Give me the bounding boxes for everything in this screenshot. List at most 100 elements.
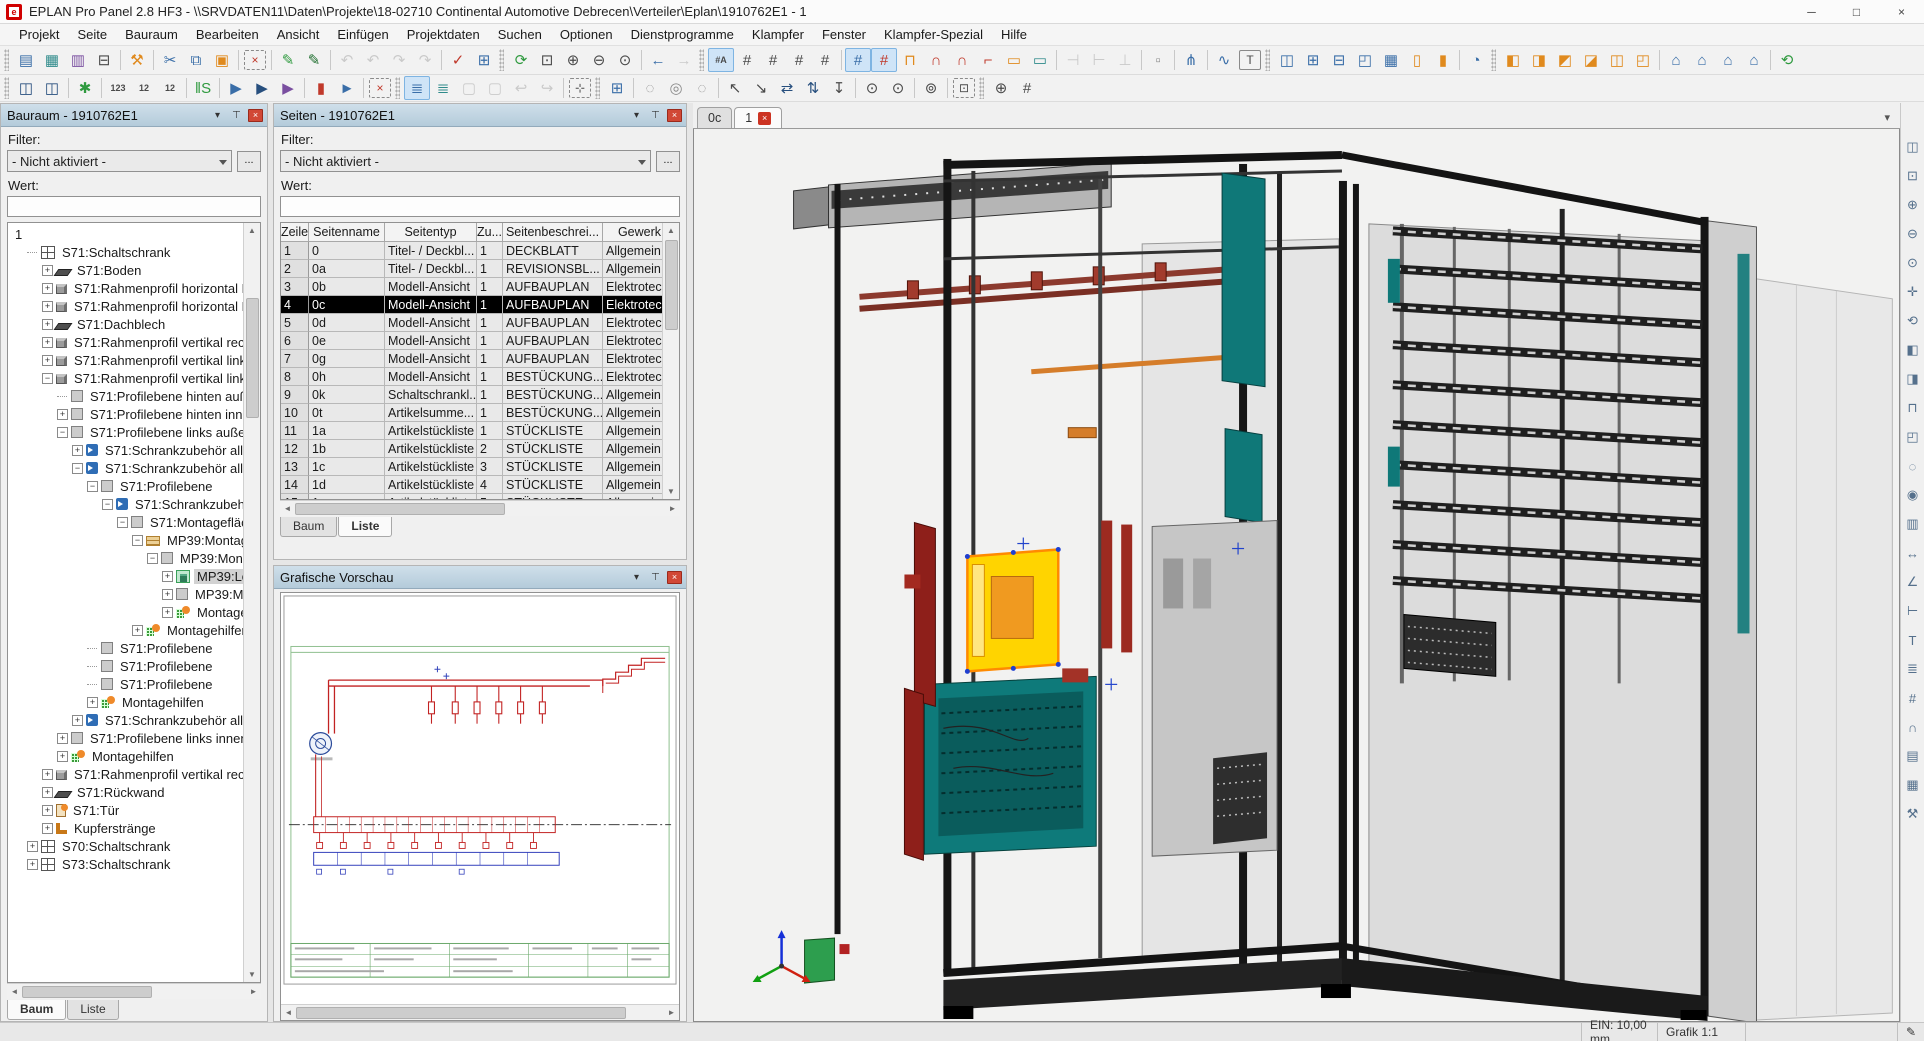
scroll-right-icon[interactable]: ►	[246, 984, 261, 999]
tree-expand-icon[interactable]: +	[27, 859, 38, 870]
seiten-pin-icon[interactable]: ⊤	[648, 108, 663, 122]
vorschau-close-icon[interactable]: ×	[667, 571, 682, 584]
rail-view-icon[interactable]: ▮	[1430, 48, 1456, 72]
vorschau-menu-arrow-icon[interactable]: ▾	[629, 570, 644, 584]
measure-length-icon[interactable]: ↔	[1903, 543, 1923, 563]
toolbar-grip[interactable]	[699, 49, 704, 71]
menu-optionen[interactable]: Optionen	[551, 25, 622, 44]
table-row-page-0t[interactable]: 100tArtikelsumme...1BESTÜCKUNG...Allgeme…	[281, 404, 662, 422]
window-summary-icon[interactable]: ⊞	[604, 76, 630, 100]
scroll-left-icon[interactable]: ◄	[281, 1005, 296, 1020]
tree-item-s71-rahmenprofil-vertikal-rechts-vorne[interactable]: +S71:Rahmenprofil vertikal rechts vorne	[12, 333, 243, 351]
view-front-icon[interactable]: ◧	[1903, 340, 1923, 360]
tree-expand-icon[interactable]: +	[162, 589, 173, 600]
ring-terminal-b-icon[interactable]: ⊙	[885, 76, 911, 100]
delete-placement-icon[interactable]: ×	[369, 78, 391, 98]
tree-item-s71-profilebene[interactable]: S71:Profilebene	[12, 639, 243, 657]
import-assembly-icon[interactable]: ▮	[308, 76, 334, 100]
view-side-icon[interactable]: ◨	[1903, 369, 1923, 389]
menu-seite[interactable]: Seite	[68, 25, 116, 44]
seiten-tab-liste[interactable]: Liste	[338, 517, 392, 537]
grid-view-icon[interactable]: ▦	[1378, 48, 1404, 72]
model-view-icon[interactable]: ◰	[1352, 48, 1378, 72]
tree-expand-icon[interactable]: −	[132, 535, 143, 546]
window-cascade-icon[interactable]: ⊟	[1326, 48, 1352, 72]
move-base-point-icon[interactable]: ↖	[722, 76, 748, 100]
seiten-close-icon[interactable]: ×	[667, 109, 682, 122]
tree-expand-icon[interactable]: +	[87, 697, 98, 708]
toolbar-grip[interactable]	[395, 77, 400, 99]
tree-expand-icon[interactable]: +	[42, 355, 53, 366]
vorschau-content[interactable]: ◄ ►	[280, 592, 680, 1021]
tree-expand-icon[interactable]: −	[87, 481, 98, 492]
magnet-horizontal-icon[interactable]: ∩	[923, 48, 949, 72]
magnet-vertical-icon[interactable]: ∩	[949, 48, 975, 72]
scroll-down-icon[interactable]: ▼	[245, 967, 260, 982]
place-circle-c-icon[interactable]: ◌	[689, 76, 715, 100]
toolbar-grip[interactable]	[1491, 49, 1496, 71]
print-icon[interactable]: ⊟	[91, 48, 117, 72]
statistics-pie-icon[interactable]: ◔	[1463, 48, 1489, 72]
tree-item-s71-r-ckwand[interactable]: +S71:Rückwand	[12, 783, 243, 801]
table-row-page-0a[interactable]: 20aTitel- / Deckbl...1REVISIONSBL...Allg…	[281, 260, 662, 278]
column-header-seitenname[interactable]: Seitenname	[309, 223, 385, 242]
vorschau-hscrollbar[interactable]: ◄ ►	[281, 1004, 679, 1020]
format-brush-icon[interactable]: ✎	[275, 48, 301, 72]
seiten-tab-baum[interactable]: Baum	[280, 517, 337, 537]
insert-table-icon[interactable]: ⊞	[471, 48, 497, 72]
grid-size-e-icon[interactable]: #	[812, 48, 838, 72]
move-item-icon[interactable]: ↘	[748, 76, 774, 100]
scroll-thumb[interactable]	[295, 503, 505, 515]
place-circle-a-icon[interactable]: ◌	[637, 76, 663, 100]
bauraum-close-icon[interactable]: ×	[248, 109, 263, 122]
table-row-page-0c[interactable]: 40cModell-Ansicht1AUFBAUPLANElektrotechn…	[281, 296, 662, 314]
scroll-thumb[interactable]	[296, 1007, 626, 1019]
menu-einf-gen[interactable]: Einfügen	[328, 25, 397, 44]
tree-item-s71-rahmenprofil-vertikal-rechts-hinten[interactable]: +S71:Rahmenprofil vertikal rechts hinten	[12, 765, 243, 783]
tree-item-s71-schrankzubeh-r-allgemein[interactable]: −S71:Schrankzubehör allgemein	[12, 459, 243, 477]
column-header-seitenbeschrei[interactable]: Seitenbeschrei...	[503, 223, 603, 242]
run-export-icon[interactable]: ▶	[275, 76, 301, 100]
hide-element-icon[interactable]: ◌	[1903, 456, 1923, 476]
view-house-nw-icon[interactable]: ⌂	[1741, 48, 1767, 72]
table-row-page-1e[interactable]: 151eArtikelstückliste5STÜCKLISTEAllgemei…	[281, 494, 662, 499]
seiten-table-hscrollbar[interactable]: ◄ ►	[280, 500, 680, 516]
seiten-wert-input[interactable]	[280, 196, 680, 217]
view-cube-iso-icon[interactable]: ◰	[1630, 48, 1656, 72]
view-cube-back-icon[interactable]: ◨	[1526, 48, 1552, 72]
open-page-icon[interactable]: ▦	[39, 48, 65, 72]
previous-view-icon[interactable]: ←	[645, 48, 671, 72]
snap-to-grid-icon[interactable]: #	[845, 48, 871, 72]
document-tab-1[interactable]: 1×	[734, 107, 782, 128]
tree-item-montagehilfe[interactable]: +Montagehilfe...	[12, 603, 243, 621]
tree-item-s71-boden[interactable]: +S71:Boden	[12, 261, 243, 279]
rotate-view-icon[interactable]: ⟲	[1903, 311, 1923, 331]
tree-item-s71-profilebene-links-innen[interactable]: +S71:Profilebene links innen	[12, 729, 243, 747]
paste-icon[interactable]: ▣	[209, 48, 235, 72]
tree-item-s71-rahmenprofil-vertikal-links-vorne[interactable]: +S71:Rahmenprofil vertikal links vorne	[12, 351, 243, 369]
view-cube-left-icon[interactable]: ◩	[1552, 48, 1578, 72]
table-row-page-1c[interactable]: 131cArtikelstückliste3STÜCKLISTEAllgemei…	[281, 458, 662, 476]
redo-list-icon[interactable]: ↷	[412, 48, 438, 72]
page-back-icon[interactable]: ▢	[456, 76, 482, 100]
table-row-page-0g[interactable]: 70gModell-Ansicht1AUFBAUPLANElektrotechn…	[281, 350, 662, 368]
zoom-in-icon[interactable]: ⊕	[560, 48, 586, 72]
menu-bearbeiten[interactable]: Bearbeiten	[187, 25, 268, 44]
number-12a-icon[interactable]: 12	[131, 76, 157, 100]
refresh-view-icon[interactable]: ⟳	[508, 48, 534, 72]
tree-expand-icon[interactable]: −	[57, 427, 68, 438]
scroll-up-icon[interactable]: ▲	[245, 223, 260, 238]
tree-expand-icon[interactable]: +	[57, 733, 68, 744]
table-row-page-1d[interactable]: 141dArtikelstückliste4STÜCKLISTEAllgemei…	[281, 476, 662, 494]
new-page-icon[interactable]: ▤	[13, 48, 39, 72]
grid-size-c-icon[interactable]: #	[760, 48, 786, 72]
tree-item-s71-montagefl-che[interactable]: −S71:Montagefläche	[12, 513, 243, 531]
tree-expand-icon[interactable]: −	[147, 553, 158, 564]
tree-expand-icon[interactable]: +	[42, 301, 53, 312]
snap-toggle-icon[interactable]: ∩	[1903, 717, 1923, 737]
tree-expand-icon[interactable]: −	[42, 373, 53, 384]
table-row-page-0d[interactable]: 50dModell-Ansicht1AUFBAUPLANElektrotechn…	[281, 314, 662, 332]
snap-corner-icon[interactable]: ⌐	[975, 48, 1001, 72]
coordinate-display-icon[interactable]: ▭	[1001, 48, 1027, 72]
tree-expand-icon[interactable]: −	[102, 499, 113, 510]
